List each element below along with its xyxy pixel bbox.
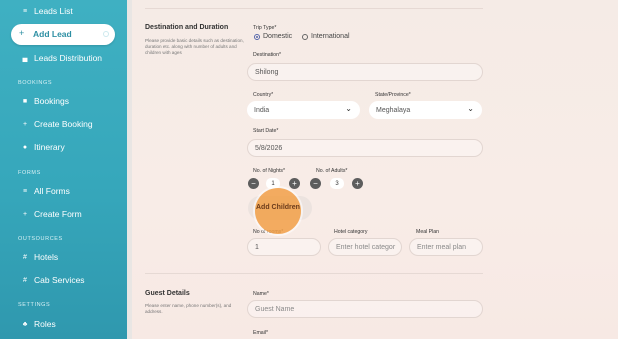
roles-icon: ♣	[22, 320, 28, 328]
sidebar-item-label: Bookings	[34, 96, 69, 106]
trip-type-label: Trip Type*	[253, 25, 277, 31]
hotel-icon: #	[23, 253, 27, 261]
adults-decrement-button[interactable]: −	[310, 178, 321, 189]
sidebar-item-create-booking[interactable]: + Create Booking	[0, 113, 127, 135]
main-form-panel: Destination and Duration Please provide …	[132, 0, 618, 339]
sidebar-item-label: Leads List	[34, 6, 73, 16]
sidebar-item-label: All Forms	[34, 186, 70, 196]
plus-icon: +	[19, 28, 25, 38]
list-icon: ≡	[22, 187, 28, 195]
list-icon: ≡	[22, 7, 28, 15]
sidebar-item-label: Leads Distribution	[34, 53, 103, 63]
sidebar-item-bookings[interactable]: ■ Bookings	[0, 90, 127, 112]
name-label: Name*	[253, 291, 269, 297]
state-select-value: Meghalaya	[376, 106, 411, 114]
cab-icon: #	[23, 276, 27, 284]
sidebar-section-forms: FORMS	[18, 170, 41, 176]
sidebar-item-label: Hotels	[34, 252, 59, 262]
country-select-value: India	[254, 106, 270, 114]
state-label: State/Province*	[375, 92, 411, 98]
meal-plan-label: Meal Plan	[416, 229, 440, 235]
sidebar-item-leads-distribution[interactable]: ▄ Leads Distribution	[0, 47, 127, 69]
meal-plan-input[interactable]: Enter meal plan	[409, 238, 483, 256]
nights-decrement-button[interactable]: −	[248, 178, 259, 189]
sidebar-section-settings: SETTINGS	[18, 302, 51, 308]
radio-international[interactable]	[302, 34, 308, 40]
active-indicator-dot	[104, 32, 108, 36]
chevron-down-icon: ⌄	[467, 104, 474, 113]
hotel-category-label: Hotel category	[334, 229, 368, 235]
bookings-icon: ■	[22, 97, 28, 105]
destination-label: Destination*	[253, 52, 281, 58]
add-children-label[interactable]: Add Children	[256, 204, 300, 211]
bar-chart-icon: ▄	[22, 54, 28, 62]
country-select[interactable]: India ⌄	[247, 101, 360, 119]
country-label: Country*	[253, 92, 274, 98]
sidebar-item-roles[interactable]: ♣ Roles	[0, 313, 127, 335]
section-divider	[145, 273, 483, 274]
nights-label: No. of Nights*	[253, 168, 286, 174]
hotel-category-input[interactable]: Enter hotel categor	[328, 238, 402, 256]
section-divider	[145, 8, 483, 9]
start-date-label: Start Date*	[253, 128, 279, 134]
plus-icon: +	[22, 210, 28, 218]
email-label: Email*	[253, 330, 268, 336]
guest-section-description: Please enter name, phone number(s), and …	[145, 303, 232, 314]
sidebar-item-label: Create Form	[34, 209, 82, 219]
start-date-input[interactable]: 5/8/2026	[247, 139, 483, 157]
itinerary-icon: ●	[22, 143, 28, 151]
sidebar-item-cab-services[interactable]: # Cab Services	[0, 269, 127, 291]
sidebar-item-all-forms[interactable]: ≡ All Forms	[0, 180, 127, 202]
sidebar-section-bookings: BOOKINGS	[18, 80, 53, 86]
adults-label: No. of Adults*	[316, 168, 348, 174]
adults-increment-button[interactable]: +	[352, 178, 363, 189]
destination-input[interactable]: Shilong	[247, 63, 483, 81]
click-highlight	[255, 188, 301, 234]
sidebar-item-label: Add Lead	[33, 29, 72, 39]
chevron-down-icon: ⌄	[345, 104, 352, 113]
sidebar-item-label: Itinerary	[34, 142, 65, 152]
guest-name-input[interactable]: Guest Name	[247, 300, 483, 318]
sidebar-item-label: Create Booking	[34, 119, 93, 129]
sidebar-section-outsources: OUTSOURCES	[18, 236, 63, 242]
sidebar-item-itinerary[interactable]: ● Itinerary	[0, 136, 127, 158]
nights-increment-button[interactable]: +	[289, 178, 300, 189]
sidebar-item-label: Roles	[34, 319, 56, 329]
adults-value[interactable]: 3	[330, 178, 344, 189]
state-select[interactable]: Meghalaya ⌄	[369, 101, 482, 119]
sidebar: ≡ Leads List + Add Lead ▄ Leads Distribu…	[0, 0, 127, 339]
sidebar-item-add-lead[interactable]: + Add Lead	[11, 24, 115, 45]
radio-domestic-label[interactable]: Domestic	[263, 33, 292, 40]
plus-icon: +	[22, 120, 28, 128]
sidebar-item-leads-list[interactable]: ≡ Leads List	[0, 0, 127, 22]
sidebar-item-create-form[interactable]: + Create Form	[0, 203, 127, 225]
sidebar-item-hotels[interactable]: # Hotels	[0, 246, 127, 268]
radio-international-label[interactable]: International	[311, 33, 350, 40]
guest-section-title: Guest Details	[145, 290, 190, 297]
rooms-input[interactable]: 1	[247, 238, 321, 256]
destination-section-description: Please provide basic details such as des…	[145, 38, 244, 55]
destination-section-title: Destination and Duration	[145, 24, 229, 31]
radio-domestic[interactable]	[254, 34, 260, 40]
sidebar-item-label: Cab Services	[34, 275, 85, 285]
